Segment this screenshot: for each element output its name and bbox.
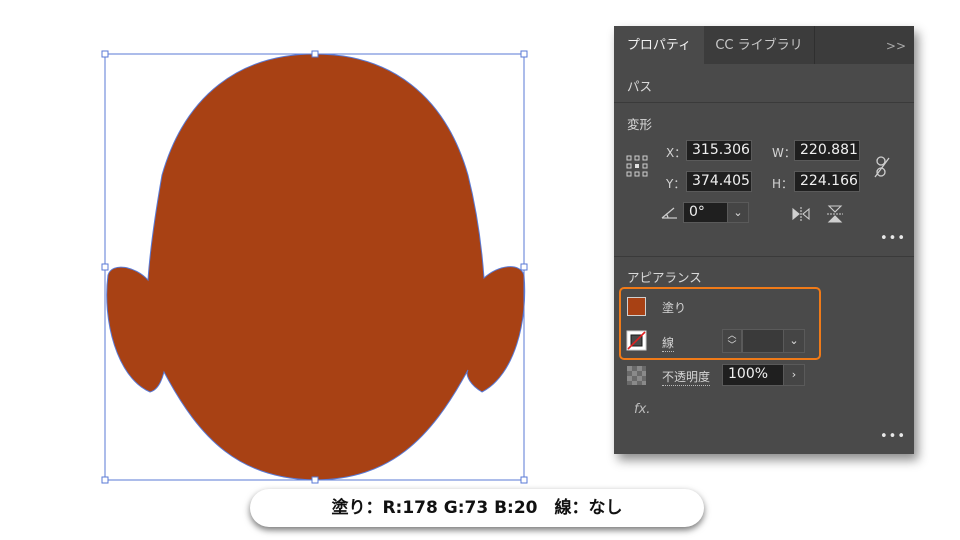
w-label: W：: [772, 146, 796, 160]
transform-section-title: 変形: [627, 117, 653, 132]
resize-handle-left[interactable]: [101, 263, 109, 271]
opacity-checker-icon: [627, 366, 646, 385]
fx-effects-button[interactable]: fx.: [634, 402, 650, 417]
y-label: Y：: [666, 177, 686, 191]
resize-handle-right[interactable]: [520, 263, 528, 271]
object-type-label: パス: [627, 79, 653, 94]
more-options-icon[interactable]: •••: [880, 231, 906, 246]
resize-handle-top-right[interactable]: [520, 50, 528, 58]
resize-handle-top-left[interactable]: [101, 50, 109, 58]
resize-handle-bottom[interactable]: [311, 476, 319, 484]
x-label: X：: [666, 146, 687, 160]
appearance-section-title: アピアランス: [627, 270, 702, 285]
chevron-down-icon[interactable]: ⌄: [727, 202, 749, 223]
h-label: H：: [772, 177, 794, 191]
double-chevron-right-icon[interactable]: >>: [886, 26, 906, 64]
tab-properties[interactable]: プロパティ: [614, 26, 704, 64]
w-input[interactable]: 220.881: [794, 140, 860, 161]
properties-panel: プロパティ CC ライブラリ >> パス 変形 X： 315.306 W： 22…: [614, 26, 914, 454]
opacity-label[interactable]: 不透明度: [662, 368, 711, 386]
rotate-angle-icon: [661, 207, 677, 219]
opacity-input[interactable]: 100%: [722, 364, 784, 386]
angle-input[interactable]: 0°: [683, 202, 729, 223]
artboard-canvas[interactable]: [0, 0, 600, 500]
highlight-annotation: [619, 287, 821, 360]
resize-handle-top[interactable]: [311, 50, 319, 58]
divider: [614, 256, 914, 257]
caption-label: 塗り：R:178 G:73 B:20 線：なし: [250, 489, 704, 527]
h-input[interactable]: 224.166: [794, 171, 860, 192]
y-input[interactable]: 374.405: [686, 171, 752, 192]
more-options-icon[interactable]: •••: [880, 429, 906, 444]
link-proportions-icon[interactable]: [873, 155, 891, 179]
head-shape[interactable]: [106, 53, 526, 481]
reference-point-icon[interactable]: [626, 155, 648, 177]
x-input[interactable]: 315.306: [686, 140, 752, 161]
flip-horizontal-icon[interactable]: [792, 207, 810, 221]
divider: [614, 102, 914, 103]
chevron-right-icon[interactable]: ›: [783, 364, 805, 386]
flip-vertical-icon[interactable]: [827, 205, 843, 223]
resize-handle-bottom-left[interactable]: [101, 476, 109, 484]
resize-handle-bottom-right[interactable]: [520, 476, 528, 484]
tab-cc-libraries[interactable]: CC ライブラリ: [704, 26, 815, 64]
panel-tab-bar: プロパティ CC ライブラリ >>: [614, 26, 914, 64]
